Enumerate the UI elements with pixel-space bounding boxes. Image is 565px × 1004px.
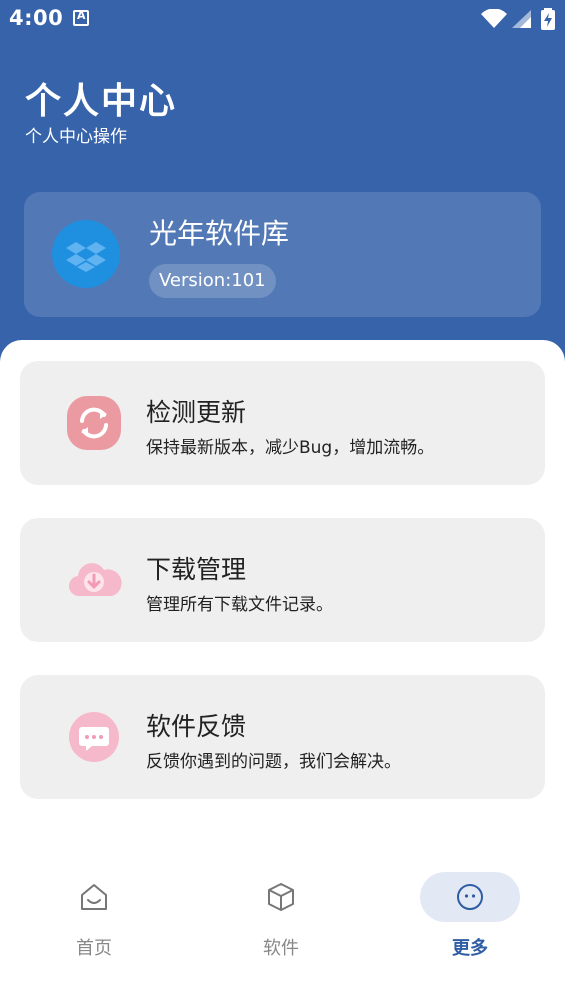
page-title: 个人中心 [25, 81, 178, 122]
tab-home[interactable]: 首页 [34, 858, 154, 978]
refresh-icon [66, 395, 122, 451]
tab-software-label: 软件 [263, 938, 299, 959]
status-bar: 4:00 [0, 0, 565, 38]
item-title: 检测更新 [146, 398, 247, 427]
app-info-card: 光年软件库 Version:101 [24, 192, 541, 317]
notification-a-icon [73, 9, 89, 26]
app-logo-icon [52, 220, 120, 288]
home-icon [81, 884, 107, 910]
feedback-item[interactable]: 软件反馈 反馈你遇到的问题，我们会解决。 [20, 675, 545, 799]
tab-software-icon-wrap [231, 872, 331, 922]
download-manager-item[interactable]: 下载管理 管理所有下载文件记录。 [20, 518, 545, 642]
box-icon [268, 883, 294, 911]
page-subtitle: 个人中心操作 [25, 127, 127, 147]
tab-software[interactable]: 软件 [221, 858, 341, 978]
item-title: 下载管理 [146, 555, 247, 584]
tab-more[interactable]: 更多 [410, 858, 530, 978]
tab-home-icon-wrap [44, 872, 144, 922]
tab-more-label: 更多 [452, 938, 488, 959]
bottom-tab-bar: 首页 软件 更多 [0, 858, 565, 1004]
version-badge: Version:101 [149, 264, 276, 298]
wifi-icon [481, 9, 507, 28]
check-update-item[interactable]: 检测更新 保持最新版本，减少Bug，增加流畅。 [20, 361, 545, 485]
more-icon [457, 884, 483, 910]
cloud-download-icon [66, 552, 122, 608]
item-title: 软件反馈 [146, 712, 247, 741]
item-description: 保持最新版本，减少Bug，增加流畅。 [146, 438, 435, 458]
battery-charging-icon [541, 8, 555, 30]
app-name: 光年软件库 [149, 217, 290, 250]
signal-icon [512, 10, 531, 28]
status-time: 4:00 [9, 6, 64, 30]
tab-home-label: 首页 [76, 938, 112, 959]
tab-more-icon-wrap [420, 872, 520, 922]
chat-bubble-icon [66, 709, 122, 765]
header: 4:00 个人中心 个人中心操作 [0, 0, 565, 372]
item-description: 管理所有下载文件记录。 [146, 595, 333, 615]
item-description: 反馈你遇到的问题，我们会解决。 [146, 752, 401, 772]
